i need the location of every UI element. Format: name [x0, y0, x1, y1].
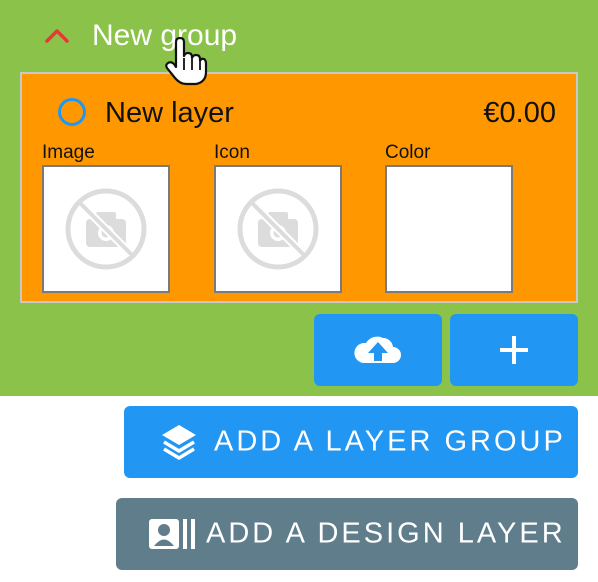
add-layer-button[interactable] — [450, 314, 578, 386]
layer-price: €0.00 — [483, 97, 556, 129]
layer-select-radio[interactable] — [58, 98, 86, 126]
add-design-layer-button[interactable]: ADD A DESIGN LAYER — [116, 498, 578, 570]
layers-icon — [162, 425, 196, 460]
add-layer-group-label: ADD A LAYER GROUP — [214, 425, 566, 458]
plus-icon — [500, 336, 528, 364]
color-picker[interactable] — [385, 165, 513, 293]
group-header[interactable]: New group — [0, 0, 598, 72]
upload-button[interactable] — [314, 314, 442, 386]
color-label: Color — [385, 142, 431, 163]
add-layer-group-button[interactable]: ADD A LAYER GROUP — [124, 406, 578, 478]
no-image-icon — [65, 188, 147, 270]
image-picker[interactable] — [42, 165, 170, 293]
chevron-up-icon[interactable] — [44, 26, 70, 44]
image-label: Image — [42, 142, 95, 163]
no-image-icon — [237, 188, 319, 270]
icon-label: Icon — [214, 142, 250, 163]
group-title[interactable]: New group — [92, 17, 237, 55]
layer-card[interactable]: New layer €0.00 Image Icon Color — [20, 72, 578, 303]
contact-card-icon — [149, 519, 195, 549]
layer-group-panel: New group New layer €0.00 Image Icon Col… — [0, 0, 598, 396]
cloud-upload-icon — [354, 336, 401, 363]
add-design-layer-label: ADD A DESIGN LAYER — [206, 517, 566, 550]
icon-picker[interactable] — [214, 165, 342, 293]
layer-name: New layer — [105, 97, 234, 129]
